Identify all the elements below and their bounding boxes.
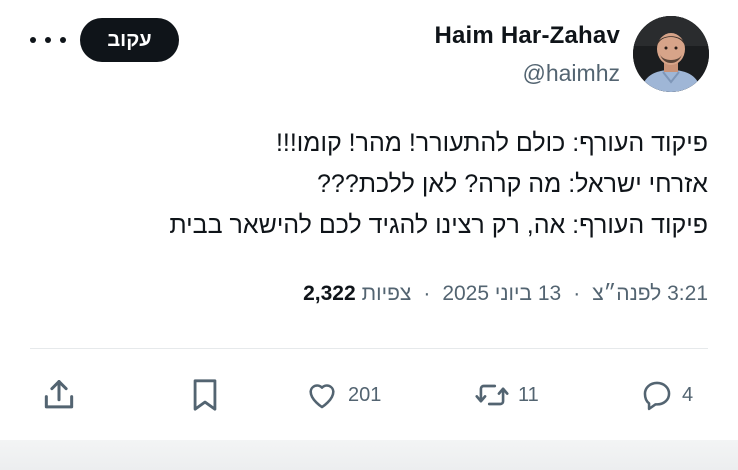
retweet-button[interactable]: 11 — [474, 372, 539, 418]
tweet-meta: 3:21 לפנה״צ · 13 ביוני 2025 · צפיות 2,32… — [303, 282, 708, 306]
views-label: צפיות — [361, 282, 412, 305]
tweet-time[interactable]: 3:21 לפנה״צ — [592, 282, 708, 306]
tweet-date[interactable]: 13 ביוני 2025 — [442, 282, 561, 306]
bookmark-button[interactable] — [188, 372, 222, 418]
share-button[interactable] — [40, 372, 78, 418]
avatar-photo — [633, 16, 709, 92]
bottom-edge — [0, 440, 738, 470]
meta-separator: · — [423, 282, 431, 305]
reply-button[interactable]: 4 — [640, 372, 693, 418]
author-handle[interactable]: @haimhz — [523, 60, 621, 87]
more-horizontal-icon[interactable] — [30, 30, 66, 50]
tweet-line: אזרחי ישראל: מה קרה? לאן ללכת??? — [317, 170, 708, 198]
meta-separator: · — [573, 282, 581, 305]
retweet-count: 11 — [518, 383, 539, 406]
like-count: 201 — [348, 383, 382, 406]
tweet-line: פיקוד העורף: אה, רק רצינו להגיד לכם להיש… — [169, 211, 708, 239]
like-button[interactable]: 201 — [304, 372, 381, 418]
tweet-line: פיקוד העורף: כולם להתעורר! מהר! קומו!!! — [275, 129, 708, 157]
reply-icon — [643, 381, 671, 411]
reply-count: 4 — [682, 383, 694, 406]
share-icon — [44, 380, 74, 409]
heart-icon — [309, 384, 335, 409]
bookmark-icon — [193, 379, 217, 411]
avatar[interactable] — [633, 16, 709, 92]
follow-button[interactable]: עקוב — [80, 18, 179, 62]
tweet-card: Haim Har-Zahav @haimhz עקוב פיקוד העורף:… — [0, 0, 738, 470]
retweet-icon — [475, 384, 509, 406]
tweet-text: פיקוד העורף: כולם להתעורר! מהר! קומו!!! … — [48, 123, 708, 246]
views-count: 2,322 — [303, 282, 356, 305]
divider — [30, 348, 708, 349]
author-name[interactable]: Haim Har-Zahav — [434, 22, 620, 50]
